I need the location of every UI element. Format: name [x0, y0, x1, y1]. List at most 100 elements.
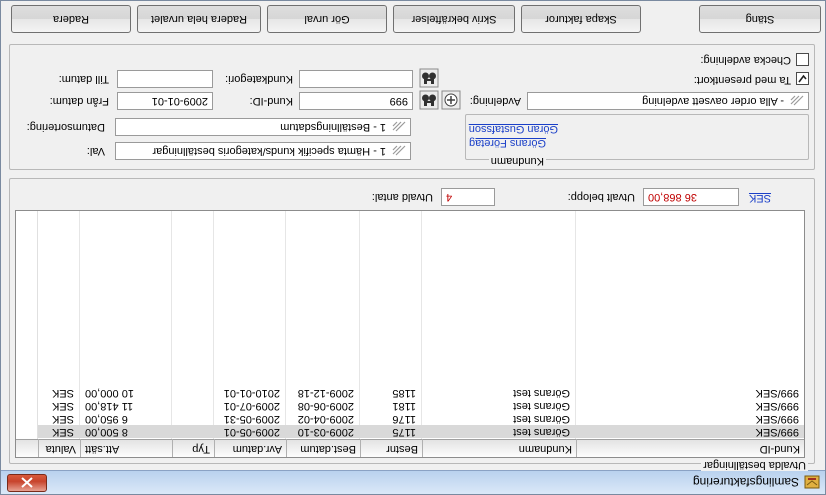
- cell-kundid: 999/SEK: [755, 387, 799, 399]
- col-header-attsatt[interactable]: Att.sätt: [80, 439, 172, 457]
- kundnamn-item[interactable]: Görans Företag: [469, 137, 546, 149]
- add-customer-button[interactable]: [441, 90, 461, 110]
- table-vertical-scrollbar[interactable]: [16, 211, 38, 439]
- delete-all-selection-button[interactable]: Radera hela urvalet: [137, 5, 261, 33]
- cell-bestnr: 1176: [392, 413, 416, 425]
- avdelning-combobox[interactable]: - Alla order oavsett avdelning: [527, 92, 809, 110]
- checka-avdelning-checkbox[interactable]: [796, 53, 809, 66]
- orders-table: Kund-ID Kundnamn Bestnr Best.datum Avr.d…: [15, 210, 805, 458]
- table-row[interactable]: 999/SEK Görans test 1181 2009-06-08 2009…: [38, 399, 804, 412]
- avdelning-label: Avdelning:: [469, 95, 521, 107]
- presentkort-label: Ta med presentkort:: [693, 74, 791, 86]
- table-row[interactable]: 999/SEK Görans test 1176 2009-04-02 2009…: [38, 412, 804, 425]
- title-bar[interactable]: Samlingsfakturering: [1, 470, 825, 494]
- table-row[interactable]: 999/SEK Görans test 1175 2009-03-10 2009…: [38, 425, 804, 438]
- table-header: Kund-ID Kundnamn Bestnr Best.datum Avr.d…: [16, 439, 804, 457]
- close-icon: [21, 477, 33, 488]
- cell-attsatt: 11 418,00: [85, 400, 134, 412]
- cell-kundid: 999/SEK: [755, 400, 799, 412]
- cell-bestdatum: 2009-03-10: [297, 426, 354, 438]
- col-header-avrdatum[interactable]: Avr.datum: [214, 439, 286, 457]
- close-button[interactable]: Stäng: [699, 5, 821, 33]
- cell-avrdatum: 2010-01-01: [223, 387, 280, 399]
- cell-bestnr: 1181: [392, 400, 416, 412]
- table-row[interactable]: 999/SEK Görans test 1185 2009-12-18 2010…: [38, 386, 804, 399]
- cell-kundid: 999/SEK: [755, 426, 799, 438]
- create-invoices-button[interactable]: Skapa fakturor: [521, 5, 641, 33]
- app-icon: [804, 475, 820, 489]
- till-datum-input[interactable]: [117, 70, 213, 88]
- kundnamn-item[interactable]: Göran Gustafsson: [469, 123, 558, 135]
- cell-kundnamn: Görans test: [513, 413, 570, 425]
- col-header-valuta[interactable]: Valuta: [38, 439, 80, 457]
- kundkategori-input[interactable]: [299, 70, 413, 88]
- col-header-bestnr[interactable]: Bestnr: [360, 439, 422, 457]
- cell-valuta: SEK: [51, 400, 74, 412]
- cell-avrdatum: 2009-05-31: [223, 413, 280, 425]
- col-header-typ[interactable]: Typ: [172, 439, 214, 457]
- search-customer-button[interactable]: [419, 90, 439, 110]
- print-confirmations-button[interactable]: Skriv bekräftelser: [393, 5, 515, 33]
- grip-icon: [392, 121, 406, 132]
- orders-legend: Utvalda beställningar: [701, 459, 808, 471]
- datumsortering-label: Datumsortering:: [26, 121, 105, 133]
- val-label: Val:: [86, 145, 105, 157]
- grip-icon: [790, 95, 804, 106]
- cell-typ: [173, 399, 211, 412]
- cell-bestdatum: 2009-06-08: [297, 400, 354, 412]
- cell-avrdatum: 2009-05-01: [223, 426, 280, 438]
- cell-avrdatum: 2009-07-01: [223, 400, 280, 412]
- delete-button[interactable]: Radera: [11, 5, 131, 33]
- cell-bestnr: 1175: [392, 426, 416, 438]
- kundkategori-label: Kundkategori:: [225, 73, 293, 85]
- cell-valuta: SEK: [51, 426, 74, 438]
- kundnamn-group: Kundnamn Görans Företag Göran Gustafsson: [465, 114, 809, 167]
- datumsortering-combobox[interactable]: 1 - Beställningsdatum: [115, 118, 411, 136]
- checkmark-icon: [798, 74, 807, 83]
- selected-amount-field: 36 868,00: [643, 188, 739, 206]
- cell-valuta: SEK: [51, 387, 74, 399]
- grip-icon: [392, 145, 406, 156]
- cell-attsatt: 8 500,00: [85, 426, 128, 438]
- cell-typ: [173, 412, 211, 425]
- col-header-kundnamn[interactable]: Kundnamn: [422, 439, 576, 457]
- search-category-button[interactable]: [419, 68, 439, 88]
- cell-attsatt: 6 950,00: [85, 413, 128, 425]
- main-window: Samlingsfakturering Utvalda beställninga…: [0, 0, 826, 495]
- currency-link[interactable]: SEK: [749, 192, 771, 204]
- presentkort-checkbox[interactable]: [796, 72, 809, 85]
- cell-kundnamn: Görans test: [513, 426, 570, 438]
- col-header-kundid[interactable]: Kund-ID: [576, 439, 804, 457]
- cell-typ: [173, 425, 211, 438]
- selected-count-field: 4: [441, 188, 495, 206]
- cell-bestdatum: 2009-12-18: [297, 387, 354, 399]
- cell-valuta: SEK: [51, 413, 74, 425]
- cell-typ: [173, 386, 211, 399]
- cell-kundid: 999/SEK: [755, 413, 799, 425]
- till-datum-label: Till datum:: [58, 73, 109, 85]
- datumsortering-value: 1 - Beställningsdatum: [280, 121, 386, 133]
- val-combobox[interactable]: 1 - Hämta specifik kunds/kategoris bestä…: [115, 142, 411, 160]
- kundid-input[interactable]: 999: [299, 92, 413, 110]
- add-circle-icon: [441, 90, 461, 110]
- cell-bestnr: 1185: [392, 387, 416, 399]
- col-header-bestdatum[interactable]: Best.datum: [286, 439, 360, 457]
- close-window-button[interactable]: [7, 474, 47, 492]
- avdelning-value: - Alla order oavsett avdelning: [642, 95, 784, 107]
- fran-datum-input[interactable]: 2009-01-01: [117, 92, 213, 110]
- cell-bestdatum: 2009-04-02: [297, 413, 354, 425]
- checka-avdelning-label: Checka avdelning:: [700, 54, 791, 66]
- selected-amount-label: Utvalt belopp:: [567, 191, 635, 203]
- binoculars-icon: [419, 90, 439, 110]
- val-value: 1 - Hämta specifik kunds/kategoris bestä…: [152, 145, 386, 157]
- kundid-label: Kund-ID:: [249, 95, 293, 107]
- fran-datum-label: Från datum:: [49, 95, 109, 107]
- table-body: 999/SEK Görans test 1175 2009-03-10 2009…: [16, 211, 804, 439]
- cell-attsatt: 10 000,00: [85, 387, 134, 399]
- selected-count-label: Utvald antal:: [371, 191, 433, 203]
- binoculars-icon: [419, 68, 439, 88]
- cell-kundnamn: Görans test: [513, 400, 570, 412]
- window-title: Samlingsfakturering: [692, 475, 799, 489]
- kundnamn-legend: Kundnamn: [488, 155, 546, 167]
- make-selection-button[interactable]: Gör urval: [267, 5, 387, 33]
